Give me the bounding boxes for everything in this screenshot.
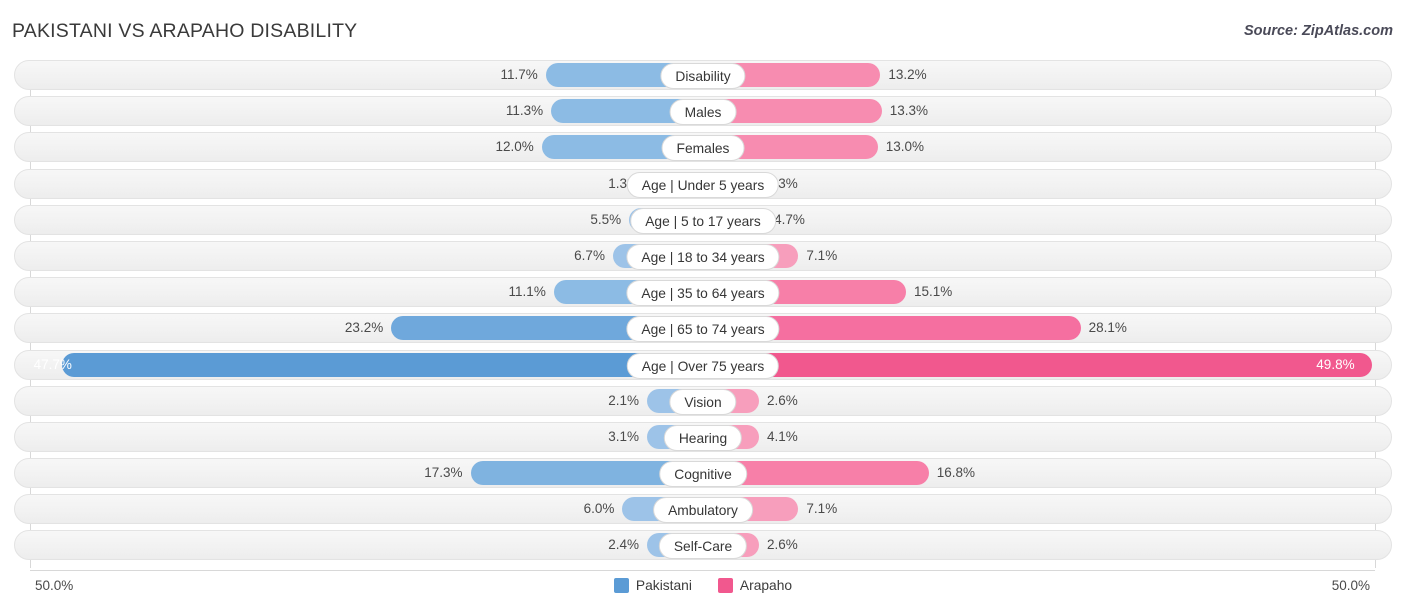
bar-half-left: 47.7% — [15, 350, 703, 380]
bar-value-arapaho: 4.7% — [774, 211, 805, 227]
bar-value-arapaho: 49.8% — [1316, 356, 1355, 372]
bar-half-left: 5.5% — [15, 205, 703, 235]
bar-half-right: 1.3% — [703, 169, 1391, 199]
bar-row[interactable]: 1.3% 1.3% Age | Under 5 years — [14, 168, 1392, 199]
bar-value-arapaho: 7.1% — [806, 247, 838, 263]
bar-value-arapaho: 2.6% — [767, 537, 798, 553]
bar-row[interactable]: 11.1% 15.1% Age | 35 to 64 years — [14, 277, 1392, 308]
bar-row[interactable]: 5.5% 4.7% Age | 5 to 17 years — [14, 204, 1392, 235]
bar-pakistani — [61, 352, 703, 377]
bar-value-arapaho: 2.6% — [767, 392, 798, 408]
bar-value-arapaho: 28.1% — [1088, 320, 1127, 336]
bar-half-left: 6.7% — [15, 241, 703, 271]
bar-value-arapaho: 4.1% — [767, 428, 798, 444]
bar-row[interactable]: 12.0% 13.0% Females — [14, 132, 1392, 163]
bar-half-left: 11.7% — [15, 60, 703, 90]
bar-value-pakistani: 11.7% — [500, 67, 538, 82]
bar-half-right: 4.1% — [703, 422, 1391, 452]
bar-half-left: 17.3% — [15, 458, 703, 488]
category-label[interactable]: Age | 35 to 64 years — [626, 280, 780, 307]
bar-half-left: 2.1% — [15, 386, 703, 416]
bar-value-arapaho: 13.2% — [888, 67, 927, 82]
bar-value-pakistani: 2.1% — [608, 392, 639, 408]
legend-label: Arapaho — [739, 578, 793, 593]
category-label[interactable]: Disability — [660, 63, 746, 89]
bar-half-right: 2.6% — [703, 530, 1391, 560]
bar-row[interactable]: 47.7% 49.8% Age | Over 75 years — [14, 349, 1392, 380]
chart-plot-area: 11.7% 13.2% Disability 11.3% 13.3% Males 12.0%… — [14, 60, 1392, 568]
bar-value-pakistani: 23.2% — [344, 320, 384, 336]
bar-value-arapaho: 15.1% — [913, 284, 953, 300]
bar-arapaho — [703, 352, 1373, 377]
bar-value-arapaho: 7.1% — [806, 501, 838, 517]
category-label[interactable]: Vision — [669, 388, 737, 415]
bar-value-pakistani: 5.5% — [590, 211, 622, 227]
footer-divider — [30, 570, 1375, 571]
bar-half-left: 6.0% — [15, 494, 703, 524]
category-label[interactable]: Cognitive — [659, 461, 747, 488]
bar-row[interactable]: 2.1% 2.6% Vision — [14, 385, 1392, 416]
legend-swatch-icon — [717, 578, 733, 593]
bar-value-pakistani: 6.0% — [583, 501, 615, 517]
bar-half-right: 7.1% — [703, 494, 1391, 524]
bar-row[interactable]: 23.2% 28.1% Age | 65 to 74 years — [14, 313, 1392, 344]
bar-half-right: 13.2% — [703, 60, 1391, 90]
legend-item[interactable]: Pakistani — [613, 578, 692, 593]
bar-half-left: 23.2% — [15, 313, 703, 343]
chart-legend: Pakistani Arapaho — [14, 578, 1392, 593]
category-label[interactable]: Age | Under 5 years — [626, 171, 780, 198]
bar-half-right: 4.7% — [703, 205, 1391, 235]
bar-row[interactable]: 17.3% 16.8% Cognitive — [14, 458, 1392, 489]
bar-half-right: 7.1% — [703, 241, 1391, 271]
chart-footer: 50.0% 50.0% Pakistani Arapaho — [14, 570, 1392, 604]
bar-value-pakistani: 2.4% — [608, 537, 639, 553]
bar-half-right: 49.8% — [703, 350, 1391, 380]
legend-swatch-icon — [613, 578, 629, 593]
chart-page: PAKISTANI VS ARAPAHO DISABILITY Source: … — [0, 0, 1406, 612]
bar-row[interactable]: 2.4% 2.6% Self-Care — [14, 530, 1392, 561]
bar-value-pakistani: 11.1% — [508, 284, 546, 300]
bar-half-right: 13.3% — [703, 96, 1391, 126]
bar-half-right: 28.1% — [703, 313, 1391, 343]
bar-half-right: 2.6% — [703, 386, 1391, 416]
page-title: PAKISTANI VS ARAPAHO DISABILITY — [12, 20, 358, 42]
legend-label: Pakistani — [635, 578, 692, 593]
bar-value-pakistani: 47.7% — [33, 356, 72, 372]
category-label[interactable]: Age | 18 to 34 years — [626, 243, 780, 270]
category-label[interactable]: Self-Care — [658, 533, 748, 560]
category-label[interactable]: Males — [669, 99, 737, 126]
bar-half-right: 15.1% — [703, 277, 1391, 307]
source-attribution: Source: ZipAtlas.com — [1243, 23, 1393, 39]
category-label[interactable]: Females — [661, 135, 745, 162]
bar-half-left: 1.3% — [15, 169, 703, 199]
bar-half-left: 2.4% — [15, 530, 703, 560]
bar-value-arapaho: 13.0% — [885, 139, 924, 155]
bar-half-right: 16.8% — [703, 458, 1391, 488]
category-label[interactable]: Ambulatory — [653, 497, 753, 524]
bar-half-left: 11.3% — [15, 96, 703, 126]
bar-row[interactable]: 11.7% 13.2% Disability — [14, 60, 1392, 90]
bar-half-left: 3.1% — [15, 422, 703, 452]
bar-rows-container: 11.7% 13.2% Disability 11.3% 13.3% Males 12.0%… — [14, 60, 1392, 568]
category-label[interactable]: Age | Over 75 years — [626, 352, 780, 379]
bar-value-pakistani: 3.1% — [608, 428, 639, 444]
chart-header: PAKISTANI VS ARAPAHO DISABILITY Source: … — [0, 0, 1406, 58]
bar-half-left: 11.1% — [15, 277, 703, 307]
category-label[interactable]: Age | 5 to 17 years — [630, 207, 776, 234]
bar-value-pakistani: 17.3% — [424, 465, 463, 481]
category-label[interactable]: Hearing — [663, 424, 743, 451]
bar-value-arapaho: 13.3% — [889, 103, 929, 119]
bar-half-left: 12.0% — [15, 132, 703, 162]
legend-item[interactable]: Arapaho — [717, 578, 793, 593]
bar-row[interactable]: 6.0% 7.1% Ambulatory — [14, 494, 1392, 525]
bar-value-arapaho: 16.8% — [936, 465, 976, 481]
bar-half-right: 13.0% — [703, 132, 1391, 162]
category-label[interactable]: Age | 65 to 74 years — [626, 316, 780, 343]
bar-row[interactable]: 3.1% 4.1% Hearing — [14, 421, 1392, 452]
bar-row[interactable]: 6.7% 7.1% Age | 18 to 34 years — [14, 240, 1392, 271]
bar-value-pakistani: 12.0% — [495, 139, 534, 155]
bar-value-pakistani: 11.3% — [505, 103, 544, 119]
bar-value-pakistani: 6.7% — [574, 247, 605, 263]
bar-row[interactable]: 11.3% 13.3% Males — [14, 96, 1392, 127]
